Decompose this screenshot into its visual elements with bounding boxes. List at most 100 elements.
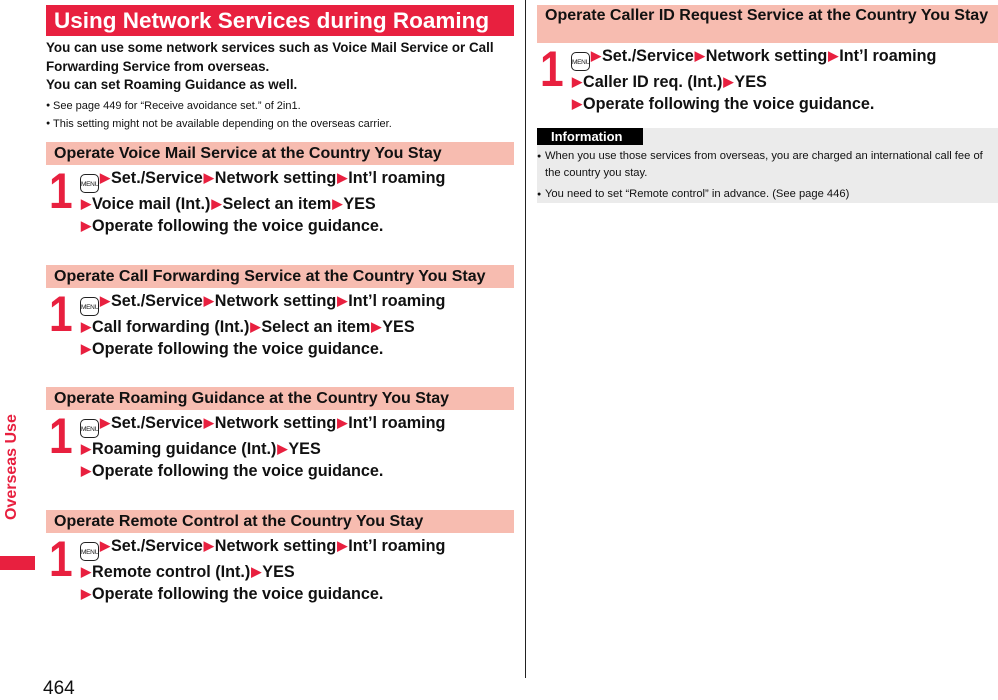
section-heading: Operate Caller ID Request Service at the… xyxy=(537,5,998,43)
step-instructions: MENU▶Set./Service▶Network setting▶Int’l … xyxy=(80,290,445,360)
step-line: ▶Operate following the voice guidance. xyxy=(80,338,445,360)
arrow-right-icon: ▶ xyxy=(100,169,110,185)
menu-path-item: YES xyxy=(288,439,321,458)
section-heading: Operate Call Forwarding Service at the C… xyxy=(46,264,514,288)
arrow-right-icon: ▶ xyxy=(723,74,734,89)
step-line: MENU▶Set./Service▶Network setting▶Int’l … xyxy=(80,412,445,438)
information-item: When you use those services from oversea… xyxy=(537,148,998,182)
menu-path-item: YES xyxy=(262,562,295,581)
note-item: This setting might not be available depe… xyxy=(46,115,514,133)
menu-path-item: Remote control (Int.) xyxy=(92,562,251,581)
step-line: ▶Roaming guidance (Int.)▶YES xyxy=(80,438,445,460)
step-number: 1 xyxy=(540,41,564,97)
left-sections: Operate Voice Mail Service at the Countr… xyxy=(46,141,514,607)
step-line: MENU▶Set./Service▶Network setting▶Int’l … xyxy=(80,290,445,316)
information-box: Information When you use those services … xyxy=(537,128,998,203)
step: 1 MENU▶Set./Service▶Network setting▶Int’l… xyxy=(537,41,998,117)
menu-path-item: Int’l roaming xyxy=(348,413,446,432)
arrow-right-icon: ▶ xyxy=(100,414,110,430)
arrow-right-icon: ▶ xyxy=(100,537,110,553)
step-line: ▶Voice mail (Int.)▶Select an item▶YES xyxy=(80,193,445,215)
menu-path-item: Set./Service xyxy=(111,168,203,187)
step-line: ▶Operate following the voice guidance. xyxy=(80,583,445,605)
step-line: MENU▶Set./Service▶Network setting▶Int’l … xyxy=(80,167,445,193)
intro-line: You can set Roaming Guidance as well. xyxy=(46,77,298,92)
step-line: ▶Operate following the voice guidance. xyxy=(80,215,445,237)
arrow-right-icon: ▶ xyxy=(203,169,214,185)
arrow-right-icon: ▶ xyxy=(81,340,91,356)
information-label: Information xyxy=(537,128,643,145)
information-item: You need to set “Remote control” in adva… xyxy=(537,186,998,203)
arrow-right-icon: ▶ xyxy=(828,48,839,63)
menu-path-item: YES xyxy=(734,73,767,91)
step: 1 MENU▶Set./Service▶Network setting▶Int’l… xyxy=(46,530,514,607)
arrow-right-icon: ▶ xyxy=(81,440,91,456)
step: 1 MENU▶Set./Service▶Network setting▶Int’l… xyxy=(46,407,514,484)
section-heading: Operate Remote Control at the Country Yo… xyxy=(46,509,514,533)
menu-key-icon: MENU xyxy=(571,52,590,71)
arrow-right-icon: ▶ xyxy=(337,537,348,553)
step-number: 1 xyxy=(49,530,73,587)
menu-path-item: Set./Service xyxy=(111,291,203,310)
arrow-right-icon: ▶ xyxy=(694,48,705,63)
menu-path-item: Operate following the voice guidance. xyxy=(583,95,875,113)
step-line: MENU▶Set./Service▶Network setting▶Int’l … xyxy=(571,45,936,71)
arrow-right-icon: ▶ xyxy=(371,318,382,334)
arrow-right-icon: ▶ xyxy=(251,563,262,579)
step-instructions: MENU▶Set./Service▶Network setting▶Int’l … xyxy=(80,167,445,237)
arrow-right-icon: ▶ xyxy=(81,195,91,211)
step-line: ▶Caller ID req. (Int.)▶YES xyxy=(571,71,936,93)
menu-path-item: Set./Service xyxy=(111,413,203,432)
arrow-right-icon: ▶ xyxy=(203,537,214,553)
menu-key-icon: MENU xyxy=(80,541,99,561)
menu-key-icon: MENU xyxy=(80,418,99,438)
menu-path-item: YES xyxy=(343,194,376,213)
menu-path-item: Set./Service xyxy=(111,536,203,555)
arrow-right-icon: ▶ xyxy=(277,440,288,456)
menu-path-item: Operate following the voice guidance. xyxy=(92,461,384,480)
step-line: ▶Operate following the voice guidance. xyxy=(571,93,936,115)
menu-path-item: Operate following the voice guidance. xyxy=(92,216,384,235)
menu-path-item: Select an item xyxy=(261,317,371,336)
side-tab-marker xyxy=(0,556,35,570)
arrow-right-icon: ▶ xyxy=(250,318,261,334)
step-instructions: MENU▶Set./Service▶Network setting▶Int’l … xyxy=(571,45,936,115)
menu-path-item: Network setting xyxy=(214,168,337,187)
side-tab-label: Overseas Use xyxy=(3,414,20,520)
step-line: ▶Call forwarding (Int.)▶Select an item▶Y… xyxy=(80,316,445,338)
menu-path-item: Network setting xyxy=(705,47,828,65)
arrow-right-icon: ▶ xyxy=(203,292,214,308)
arrow-right-icon: ▶ xyxy=(81,217,91,233)
arrow-right-icon: ▶ xyxy=(332,195,343,211)
intro-line: You can use some network services such a… xyxy=(46,40,494,74)
menu-path-item: Int’l roaming xyxy=(839,47,937,65)
menu-path-item: Voice mail (Int.) xyxy=(92,194,211,213)
step-line: ▶Operate following the voice guidance. xyxy=(80,460,445,482)
menu-path-item: Int’l roaming xyxy=(348,536,446,555)
menu-key-icon: MENU xyxy=(80,173,99,193)
column-divider xyxy=(525,0,526,678)
menu-path-item: Network setting xyxy=(214,536,337,555)
menu-path-item: YES xyxy=(382,317,415,336)
menu-path-item: Caller ID req. (Int.) xyxy=(583,73,723,91)
note-item: See page 449 for “Receive avoidance set.… xyxy=(46,97,514,115)
left-column: Using Network Services during Roaming Yo… xyxy=(46,5,514,607)
arrow-right-icon: ▶ xyxy=(211,195,222,211)
arrow-right-icon: ▶ xyxy=(81,462,91,478)
menu-path-item: Int’l roaming xyxy=(348,291,446,310)
arrow-right-icon: ▶ xyxy=(337,414,348,430)
menu-path-item: Call forwarding (Int.) xyxy=(92,317,250,336)
right-column: Operate Caller ID Request Service at the… xyxy=(537,5,998,117)
menu-path-item: Operate following the voice guidance. xyxy=(92,339,384,358)
arrow-right-icon: ▶ xyxy=(337,169,348,185)
arrow-right-icon: ▶ xyxy=(337,292,348,308)
step-instructions: MENU▶Set./Service▶Network setting▶Int’l … xyxy=(80,412,445,482)
step-number: 1 xyxy=(49,407,73,464)
step-number: 1 xyxy=(49,285,73,342)
menu-path-item: Network setting xyxy=(214,291,337,310)
menu-path-item: Network setting xyxy=(214,413,337,432)
arrow-right-icon: ▶ xyxy=(81,585,91,601)
intro-text: You can use some network services such a… xyxy=(46,39,514,95)
